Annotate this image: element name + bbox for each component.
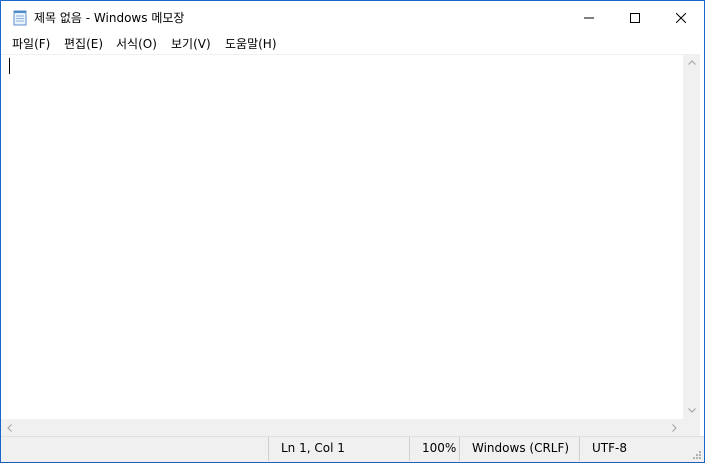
status-zoom: 100% [409, 437, 459, 461]
scrollbar-corner [683, 419, 700, 436]
status-encoding: UTF-8 [579, 437, 704, 461]
menu-file[interactable]: 파일(F) [9, 35, 53, 54]
minimize-button[interactable] [566, 1, 612, 35]
close-button[interactable] [658, 1, 704, 35]
title-bar[interactable]: 제목 없음 - Windows 메모장 [1, 1, 704, 35]
maximize-icon [630, 13, 640, 23]
menu-bar: 파일(F) 편집(E) 서식(O) 보기(V) 도움말(H) [1, 35, 704, 54]
menu-view[interactable]: 보기(V) [168, 35, 214, 54]
scroll-left-icon[interactable] [1, 419, 18, 436]
window-title: 제목 없음 - Windows 메모장 [34, 11, 185, 25]
notepad-window: 제목 없음 - Windows 메모장 파일(F) 편집(E) 서식(O) 보기… [0, 0, 705, 462]
text-editor[interactable] [1, 54, 683, 420]
maximize-button[interactable] [612, 1, 658, 35]
horizontal-scrollbar[interactable] [1, 419, 683, 436]
menu-edit[interactable]: 편집(E) [61, 35, 106, 54]
resize-grip-icon[interactable] [690, 448, 702, 460]
status-line-ending: Windows (CRLF) [459, 437, 579, 461]
vertical-scrollbar[interactable] [683, 54, 700, 419]
scroll-right-icon[interactable] [666, 419, 683, 436]
scroll-up-icon[interactable] [683, 54, 700, 71]
minimize-icon [584, 13, 594, 23]
status-cursor-position: Ln 1, Col 1 [268, 437, 409, 461]
notepad-icon [12, 10, 28, 26]
menu-help[interactable]: 도움말(H) [222, 35, 280, 54]
scroll-down-icon[interactable] [683, 402, 700, 419]
text-caret [9, 58, 10, 74]
close-icon [676, 13, 686, 23]
status-bar: Ln 1, Col 1 100% Windows (CRLF) UTF-8 [1, 436, 704, 462]
menu-format[interactable]: 서식(O) [113, 35, 160, 54]
